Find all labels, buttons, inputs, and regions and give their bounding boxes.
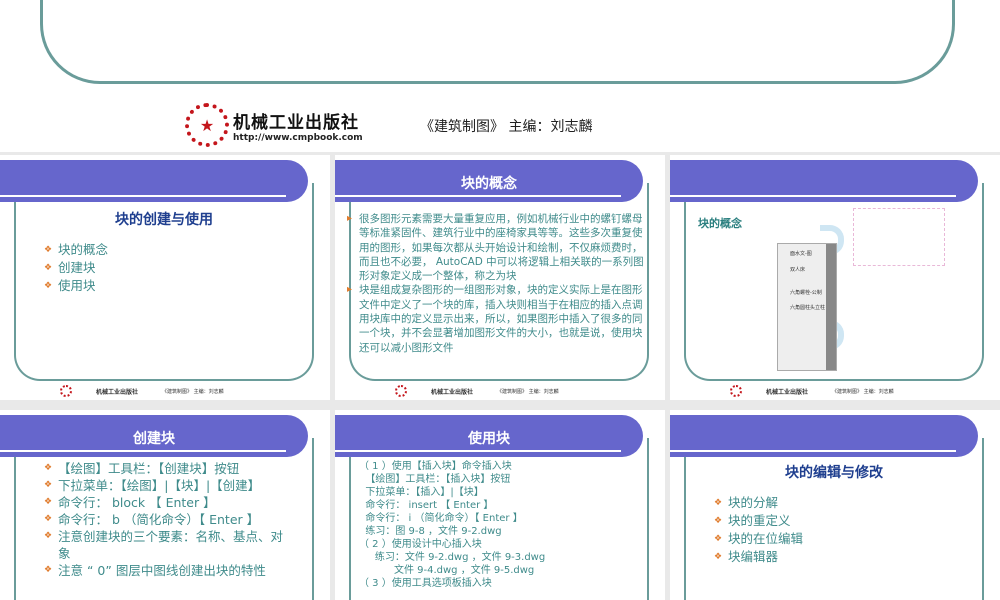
slide-thumbnail-4[interactable]: 创建块 【绘图】工具栏：【创建块】按钮 下拉菜单：【绘图】|【块】|【创建】 命… <box>0 410 330 600</box>
bullet-list: 块的分解 块的重定义 块的在位编辑 块编辑器 <box>714 494 803 566</box>
palette-item: 六角螺栓-公制 <box>790 290 822 296</box>
paragraph: 块是组成复杂图形的一组图形对象，块的定义实际上是在图形文件中定义了一个块的库，插… <box>347 283 647 354</box>
slide-footer: 机械工业出版社 《建筑制图》 主编：刘志麟 <box>395 385 559 397</box>
list-item: 块的重定义 <box>714 512 803 530</box>
text-line: 练习：文件 9-2.dwg ，文件 9-3.dwg <box>359 552 546 563</box>
seal-icon <box>60 385 72 397</box>
paragraph: 很多图形元素需要大量重复应用，例如机械行业中的螺钉螺母等标准紧固件、建筑行业中的… <box>347 212 647 283</box>
text-line: （ 2 ）使用设计中心插入块 <box>359 539 482 550</box>
text-line: 命令行： i （简化命令）【 Enter 】 <box>359 513 523 524</box>
slide-title: 块的创建与使用 <box>115 212 213 228</box>
bullet-list: 【绘图】工具栏：【创建块】按钮 下拉菜单：【绘图】|【块】|【创建】 命令行： … <box>44 460 294 579</box>
text-line: 【绘图】工具栏：【插入块】按钮 <box>359 474 511 485</box>
slide-footer: 机械工业出版社 《建筑制图》 主编：刘志麟 <box>60 385 224 397</box>
slide-body: （ 1 ）使用【插入块】命令插入块 【绘图】工具栏：【插入块】按钮 下拉菜单：【… <box>359 460 545 590</box>
slide-thumbnail-2[interactable]: 块的概念 很多图形元素需要大量重复应用，例如机械行业中的螺钉螺母等标准紧固件、建… <box>335 155 665 400</box>
slide-title: 块的编辑与修改 <box>785 465 883 481</box>
list-item: 创建块 <box>44 259 108 277</box>
list-item: 块的概念 <box>44 241 108 259</box>
text-line: 命令行： insert 【 Enter 】 <box>359 500 494 511</box>
slide-thumbnail-3[interactable]: 块的概念 面水文-图 双人床 六角螺栓-公制 六角圆柱头立柱（... 机械工业出… <box>670 155 1000 400</box>
list-item: 【绘图】工具栏：【创建块】按钮 <box>44 460 294 477</box>
publisher-logo: ★ 机械工业出版社 http://www.cmpbook.com <box>185 103 363 147</box>
list-item: 块的分解 <box>714 494 803 512</box>
list-item: 注意创建块的三个要素：名称、基点、对象 <box>44 528 294 562</box>
previous-slide-frame <box>40 0 955 84</box>
slide-thumbnail-5[interactable]: 使用块 （ 1 ）使用【插入块】命令插入块 【绘图】工具栏：【插入块】按钮 下拉… <box>335 410 665 600</box>
tool-palette-image: 面水文-图 双人床 六角螺栓-公制 六角圆柱头立柱（... <box>777 243 837 371</box>
slide-header-band: 块的概念 <box>335 160 643 202</box>
slide-body: 很多图形元素需要大量重复应用，例如机械行业中的螺钉螺母等标准紧固件、建筑行业中的… <box>347 212 647 355</box>
text-line: （ 3 ）使用工具选项板插入块 <box>359 578 492 589</box>
list-item: 注意 “ 0” 图层中图线创建出块的特性 <box>44 562 294 579</box>
text-line: 下拉菜单：【插入】|【块】 <box>359 487 484 498</box>
slide-title: 块的概念 <box>698 217 742 230</box>
star-seal-icon: ★ <box>185 103 229 147</box>
palette-item: 面水文-图 <box>790 251 812 257</box>
list-item: 下拉菜单：【绘图】|【块】|【创建】 <box>44 477 294 494</box>
footer-publisher: 机械工业出版社 <box>96 388 139 396</box>
text-line: （ 1 ）使用【插入块】命令插入块 <box>359 461 512 472</box>
list-item: 块的在位编辑 <box>714 530 803 548</box>
slide-footer: 机械工业出版社 《建筑制图》 主编：刘志麟 <box>730 385 894 397</box>
slide-header-band <box>670 160 978 202</box>
footer-book: 《建筑制图》 主编：刘志麟 <box>162 388 224 395</box>
publisher-name: 机械工业出版社 <box>233 112 359 133</box>
footer-book: 《建筑制图》 主编：刘志麟 <box>832 388 894 395</box>
list-item: 命令行： b （简化命令）【 Enter 】 <box>44 511 294 528</box>
seal-icon <box>730 385 742 397</box>
slide-header-band <box>670 415 978 457</box>
floor-plan-image <box>853 208 945 266</box>
list-item: 块编辑器 <box>714 548 803 566</box>
slide-header-band <box>0 160 308 202</box>
footer-book: 《建筑制图》 主编：刘志麟 <box>497 388 559 395</box>
publisher-url: http://www.cmpbook.com <box>233 132 363 143</box>
palette-item: 双人床 <box>790 267 806 273</box>
top-area: ★ 机械工业出版社 http://www.cmpbook.com 《建筑制图》 … <box>0 0 1000 152</box>
bullet-list: 块的概念 创建块 使用块 <box>44 241 108 295</box>
seal-icon <box>395 385 407 397</box>
slide-header-band: 创建块 <box>0 415 308 457</box>
slide-thumbnail-1[interactable]: 块的创建与使用 块的概念 创建块 使用块 机械工业出版社 《建筑制图》 主编：刘志… <box>0 155 330 400</box>
palette-titlebar <box>826 244 836 370</box>
slide-thumbnail-6[interactable]: 块的编辑与修改 块的分解 块的重定义 块的在位编辑 块编辑器 <box>670 410 1000 600</box>
text-line: 练习：图 9-8 ，文件 9-2.dwg <box>359 526 502 537</box>
list-item: 使用块 <box>44 277 108 295</box>
text-line: 文件 9-4.dwg ，文件 9-5.dwg <box>359 565 535 576</box>
footer-publisher: 机械工业出版社 <box>431 388 474 396</box>
book-info: 《建筑制图》 主编：刘志麟 <box>420 119 593 135</box>
list-item: 命令行： block 【 Enter 】 <box>44 494 294 511</box>
slide-header-band: 使用块 <box>335 415 643 457</box>
footer-publisher: 机械工业出版社 <box>766 388 809 396</box>
